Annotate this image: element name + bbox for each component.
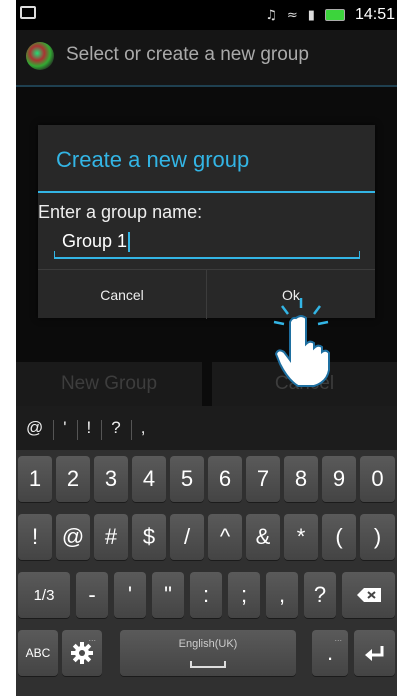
tap-ray [273, 320, 285, 326]
status-icons: ♫ ≈ ▮ 14:51 [265, 6, 395, 24]
key-period-label: . [326, 640, 334, 665]
key-hash[interactable]: # [94, 514, 128, 560]
group-name-label: Enter a group name: [38, 202, 203, 222]
suggestion-item[interactable]: ' [53, 418, 76, 440]
gear-icon [71, 642, 93, 664]
key-exclamation[interactable]: ! [18, 514, 52, 560]
key-dollar[interactable]: $ [132, 514, 166, 560]
key-enter[interactable] [354, 630, 395, 676]
dialog-title-divider [38, 191, 375, 193]
mute-icon: ♫ [265, 7, 277, 23]
pointing-hand-icon [273, 298, 330, 387]
key-period[interactable]: ... . [312, 630, 348, 676]
key-5[interactable]: 5 [170, 456, 204, 502]
suggestion-item[interactable]: @ [16, 418, 53, 438]
group-name-input[interactable]: Group 1 [54, 229, 360, 259]
suggestion-strip: @ ' ! ? , [16, 406, 397, 450]
wifi-icon: ≈ [286, 7, 298, 23]
key-0[interactable]: 0 [360, 456, 395, 502]
key-comma[interactable]: , [266, 572, 298, 618]
key-at[interactable]: @ [56, 514, 90, 560]
new-group-button[interactable]: New Group [16, 362, 202, 406]
key-1[interactable]: 1 [18, 456, 52, 502]
key-symbol-page[interactable]: 1/3 [18, 572, 70, 618]
suggestion-item[interactable]: ? [101, 418, 130, 440]
status-bar: ♫ ≈ ▮ 14:51 [16, 0, 397, 30]
key-caret[interactable]: ^ [208, 514, 242, 560]
key-9[interactable]: 9 [322, 456, 356, 502]
key-period-sub: ... [334, 633, 342, 643]
tap-ray [313, 305, 321, 315]
text-caret [128, 232, 131, 253]
key-apostrophe[interactable]: ' [114, 572, 146, 618]
tap-ray [281, 305, 289, 315]
key-ampersand[interactable]: & [246, 514, 280, 560]
key-4[interactable]: 4 [132, 456, 166, 502]
keyboard-row-numbers: 1 2 3 4 5 6 7 8 9 0 [16, 450, 397, 508]
key-open-paren[interactable]: ( [322, 514, 356, 560]
battery-icon [324, 9, 345, 21]
action-bar-title: Select or create a new group [66, 44, 309, 65]
key-7[interactable]: 7 [246, 456, 280, 502]
suggestion-item[interactable]: ! [76, 418, 102, 440]
key-asterisk[interactable]: * [284, 514, 318, 560]
app-icon [26, 42, 54, 70]
dialog-cancel-button[interactable]: Cancel [38, 270, 206, 319]
key-quote[interactable]: " [152, 572, 184, 618]
key-abc[interactable]: ABC [18, 630, 58, 676]
key-close-paren[interactable]: ) [360, 514, 395, 560]
keyboard-row-bottom: ABC ... English(UK) ... . [16, 624, 397, 682]
key-settings-sub: ... [88, 633, 96, 643]
keyboard-row-symbols: ! @ # $ / ^ & * ( ) [16, 508, 397, 566]
key-8[interactable]: 8 [284, 456, 318, 502]
tap-ray [317, 320, 329, 326]
space-key[interactable]: English(UK) [120, 630, 296, 676]
key-settings[interactable]: ... [62, 630, 102, 676]
input-value: Group 1 [62, 231, 128, 251]
status-time: 14:51 [354, 6, 395, 23]
key-hyphen[interactable]: - [76, 572, 108, 618]
key-6[interactable]: 6 [208, 456, 242, 502]
dialog-title: Create a new group [56, 147, 250, 172]
soft-keyboard: @ ' ! ? , 1 2 3 4 5 6 7 8 9 0 ! @ # $ / … [16, 406, 397, 696]
group-name-input-text: Group 1 [62, 231, 131, 253]
key-3[interactable]: 3 [94, 456, 128, 502]
key-semicolon[interactable]: ; [228, 572, 260, 618]
key-colon[interactable]: : [190, 572, 222, 618]
hand-shape [274, 315, 330, 387]
key-backspace[interactable] [342, 572, 395, 618]
key-2[interactable]: 2 [56, 456, 90, 502]
space-key-label: English(UK) [178, 638, 238, 650]
input-edge-left [54, 251, 55, 257]
suggestion-item[interactable]: , [130, 418, 156, 440]
screenshot-notification-icon [20, 6, 36, 19]
key-question[interactable]: ? [304, 572, 336, 618]
key-slash[interactable]: / [170, 514, 204, 560]
enter-icon [364, 646, 383, 661]
phone-screen: ♫ ≈ ▮ 14:51 Select or create a new group… [16, 0, 397, 696]
signal-icon: ▮ [307, 7, 315, 23]
backspace-icon [356, 588, 381, 602]
space-bar-icon [190, 661, 226, 668]
keyboard-row-punctuation: 1/3 - ' " : ; , ? [16, 566, 397, 624]
input-edge-right [359, 251, 360, 257]
create-group-dialog: Create a new group Enter a group name: G… [38, 125, 375, 319]
action-bar: Select or create a new group [16, 30, 397, 87]
